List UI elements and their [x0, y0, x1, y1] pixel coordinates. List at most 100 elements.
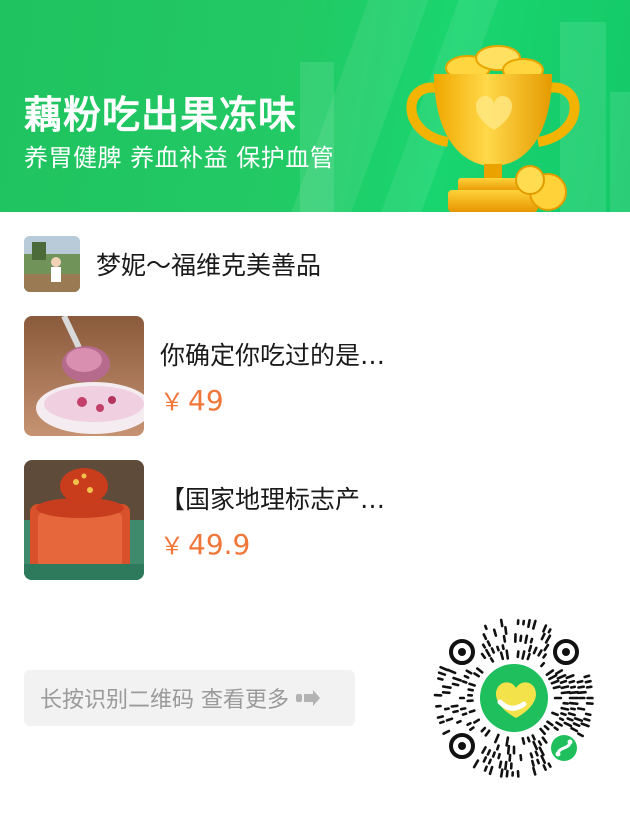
qr-tick — [558, 717, 565, 722]
qr-tick — [529, 637, 534, 644]
banner-decoration — [610, 92, 630, 212]
qr-tick — [565, 674, 575, 680]
qr-tick — [521, 737, 526, 745]
qr-tick — [573, 717, 584, 722]
qr-tick — [519, 754, 523, 762]
qr-tick — [483, 624, 488, 631]
qr-finder — [449, 639, 475, 665]
mini-program-qr-code[interactable] — [430, 614, 598, 782]
qr-tick — [505, 649, 510, 660]
qr-tick — [576, 707, 586, 711]
qr-tick — [506, 744, 511, 755]
qr-tick — [542, 624, 548, 633]
qr-tick — [504, 760, 508, 771]
qr-tick — [439, 720, 445, 725]
qr-tick — [542, 653, 547, 659]
qr-tick — [568, 679, 576, 684]
qr-tick — [488, 765, 494, 776]
qr-tick — [537, 740, 543, 746]
shop-name[interactable]: 梦妮～福维克美善品 — [96, 246, 321, 282]
qr-tick — [450, 704, 459, 708]
product-image[interactable] — [24, 460, 144, 580]
qr-finder — [449, 733, 475, 759]
qr-tick — [502, 634, 507, 643]
qr-tick — [560, 690, 571, 695]
shop-avatar[interactable] — [24, 236, 80, 292]
qr-tick — [559, 679, 568, 684]
qr-tick — [547, 762, 552, 768]
qr-tick — [540, 632, 546, 641]
qr-tick — [472, 759, 480, 769]
qr-tick — [482, 756, 488, 763]
qr-tick — [452, 676, 462, 682]
qr-tick — [539, 727, 546, 736]
qr-tick — [532, 740, 538, 751]
qr-tick — [441, 691, 451, 695]
qr-tick — [483, 765, 488, 772]
qr-tick — [443, 707, 450, 711]
scan-hint-text: 长按识别二维码 查看更多 — [40, 688, 289, 713]
scan-hint: 长按识别二维码 查看更多 — [24, 670, 355, 726]
qr-tick — [531, 734, 536, 741]
qr-tick — [473, 718, 481, 724]
qr-tick — [526, 652, 531, 661]
qr-tick — [568, 701, 579, 706]
qr-tick — [576, 690, 587, 695]
qr-finder — [553, 639, 579, 665]
promo-banner[interactable]: 藕粉吃出果冻味 养胃健脾 养血补益 保护血管 — [0, 0, 630, 212]
qr-tick — [498, 760, 503, 769]
trophy-icon — [406, 45, 580, 212]
banner-title: 藕粉吃出果冻味 — [24, 93, 298, 137]
product-title[interactable]: 你确定你吃过的是… — [160, 336, 385, 372]
qr-tick — [467, 688, 475, 692]
banner-subtitle: 养胃健脾 养血补益 保护血管 — [24, 144, 335, 172]
qr-tick — [545, 669, 555, 677]
product-title[interactable]: 【国家地理标志产… — [160, 480, 385, 516]
qr-tick — [543, 643, 550, 652]
qr-tick — [456, 719, 462, 724]
qr-tick — [563, 721, 573, 728]
product-card[interactable]: 你确定你吃过的是… ￥ 49 — [24, 316, 444, 436]
qr-tick — [481, 746, 487, 754]
qr-tick — [540, 754, 546, 764]
mini-program-logo-icon — [476, 660, 552, 736]
qr-tick — [499, 618, 504, 628]
qr-tick — [580, 722, 590, 728]
currency-symbol: ￥ — [160, 388, 184, 416]
qr-tick — [475, 667, 484, 674]
qr-tick — [583, 717, 591, 722]
price-value: 49 — [188, 384, 224, 417]
qr-tick — [534, 750, 539, 757]
qr-tick — [487, 758, 492, 765]
qr-tick — [526, 736, 531, 743]
qr-tick — [541, 736, 548, 744]
qr-tick — [536, 758, 540, 765]
qr-tick — [465, 669, 473, 675]
qr-tick — [441, 685, 452, 689]
product-image[interactable] — [24, 316, 144, 436]
qr-tick — [480, 652, 487, 660]
qr-tick — [473, 672, 481, 678]
qr-tick — [546, 720, 554, 727]
qr-tick — [568, 690, 579, 695]
product-price: ￥ 49.9 — [160, 526, 250, 561]
qr-tick — [555, 669, 564, 675]
qr-tick — [496, 744, 500, 751]
qr-tick — [486, 749, 492, 756]
qr-tick — [461, 712, 468, 716]
qr-tick — [560, 706, 570, 711]
qr-tick — [521, 650, 526, 660]
qr-tick — [584, 679, 592, 684]
currency-symbol: ￥ — [160, 532, 184, 560]
qr-tick — [451, 682, 460, 687]
banner-decoration — [300, 62, 334, 212]
mini-program-badge-icon — [548, 732, 580, 764]
qr-tick — [524, 634, 529, 645]
qr-tick — [485, 648, 491, 658]
shop-header[interactable]: 梦妮～福维克美善品 — [24, 236, 321, 292]
qr-tick — [481, 643, 487, 649]
qr-tick — [531, 759, 535, 767]
qr-tick — [542, 764, 547, 771]
product-card[interactable]: 【国家地理标志产… ￥ 49.9 — [24, 460, 444, 580]
qr-tick — [519, 634, 523, 643]
